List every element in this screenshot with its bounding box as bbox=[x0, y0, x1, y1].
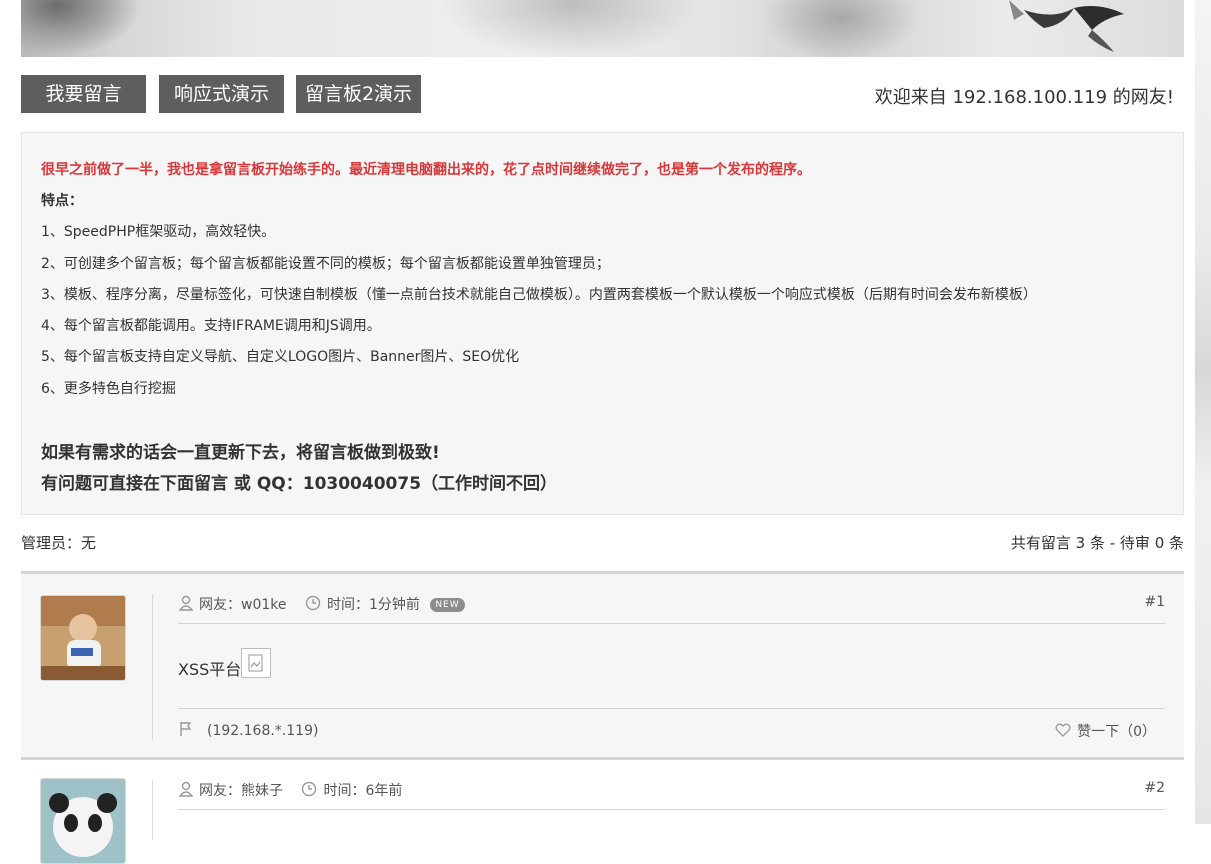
avatar bbox=[40, 778, 126, 864]
post-author: 网友：w01ke bbox=[199, 597, 287, 613]
background-art bbox=[1195, 0, 1211, 824]
welcome-text: 欢迎来自 192.168.100.119 的网友! bbox=[874, 87, 1174, 108]
broken-image-icon bbox=[241, 648, 272, 678]
leave-message-button[interactable]: 我要留言 bbox=[21, 75, 146, 113]
divider bbox=[178, 708, 1165, 709]
message-item: 网友：熊妹子 时间：6年前 #2 bbox=[21, 757, 1184, 864]
post-meta: 网友：w01ke 时间：1分钟前 NEW bbox=[178, 594, 465, 615]
post-time: 时间：1分钟前 bbox=[326, 597, 420, 613]
feature-item: 1、SpeedPHP框架驱动，高效轻快。 bbox=[41, 224, 276, 240]
post-meta: 网友：熊妹子 时间：6年前 bbox=[178, 780, 403, 801]
board-info: 管理员：无 共有留言 3 条 - 待审 0 条 bbox=[21, 532, 1184, 556]
features-title: 特点： bbox=[41, 193, 83, 209]
clock-icon bbox=[301, 781, 317, 801]
board2-demo-button[interactable]: 留言板2演示 bbox=[296, 75, 421, 113]
promise-text: 如果有需求的话会一直更新下去，将留言板做到极致! bbox=[41, 443, 440, 463]
contact-text: 有问题可直接在下面留言 或 QQ：1030040075（工作时间不回） bbox=[41, 474, 558, 494]
banner-image bbox=[21, 0, 1184, 57]
post-time: 时间：6年前 bbox=[323, 783, 403, 799]
responsive-demo-button[interactable]: 响应式演示 bbox=[159, 75, 284, 113]
divider bbox=[178, 809, 1165, 810]
feature-item: 2、可创建多个留言板；每个留言板都能设置不同的模板；每个留言板都能设置单独管理员… bbox=[41, 256, 610, 272]
new-badge: NEW bbox=[430, 598, 465, 612]
post-number[interactable]: #1 bbox=[1144, 594, 1165, 610]
divider bbox=[152, 594, 153, 740]
like-label: 赞一下（0） bbox=[1077, 724, 1156, 740]
ink-bird-decoration bbox=[1009, 0, 1124, 52]
post-content: XSS平台 bbox=[178, 648, 272, 680]
ip-info: (192.168.*.119) bbox=[179, 721, 318, 741]
page-container: 我要留言 响应式演示 留言板2演示 欢迎来自 192.168.100.119 的… bbox=[21, 0, 1184, 864]
post-text: XSS平台 bbox=[178, 660, 242, 679]
like-button[interactable]: 赞一下（0） bbox=[1055, 721, 1156, 741]
user-icon bbox=[178, 781, 194, 801]
clock-icon bbox=[305, 595, 321, 615]
admin-label: 管理员：无 bbox=[21, 534, 97, 552]
post-author: 网友：熊妹子 bbox=[199, 783, 283, 799]
top-nav: 我要留言 响应式演示 留言板2演示 欢迎来自 192.168.100.119 的… bbox=[21, 75, 1184, 113]
feature-item: 6、更多特色自行挖掘 bbox=[41, 381, 176, 397]
divider bbox=[152, 780, 153, 840]
divider bbox=[178, 623, 1165, 624]
message-item: 网友：w01ke 时间：1分钟前 NEW #1 XSS平台 (192.168.*… bbox=[21, 571, 1184, 758]
heart-icon bbox=[1055, 723, 1071, 741]
user-icon bbox=[178, 595, 194, 615]
post-number[interactable]: #2 bbox=[1144, 780, 1165, 796]
feature-item: 3、模板、程序分离，尽量标签化，可快速自制模板（懂一点前台技术就能自己做模板）。… bbox=[41, 287, 1037, 303]
feature-item: 4、每个留言板都能调用。支持IFRAME调用和JS调用。 bbox=[41, 318, 381, 334]
feature-item: 5、每个留言板支持自定义导航、自定义LOGO图片、Banner图片、SEO优化 bbox=[41, 349, 520, 365]
ip-address: (192.168.*.119) bbox=[207, 723, 319, 739]
message-count: 共有留言 3 条 - 待审 0 条 bbox=[1010, 534, 1184, 552]
announcement-panel: 很早之前做了一半，我也是拿留言板开始练手的。最近清理电脑翻出来的，花了点时间继续… bbox=[21, 132, 1184, 515]
intro-text: 很早之前做了一半，我也是拿留言板开始练手的。最近清理电脑翻出来的，花了点时间继续… bbox=[41, 162, 811, 178]
avatar bbox=[40, 595, 126, 681]
flag-icon bbox=[179, 721, 193, 741]
